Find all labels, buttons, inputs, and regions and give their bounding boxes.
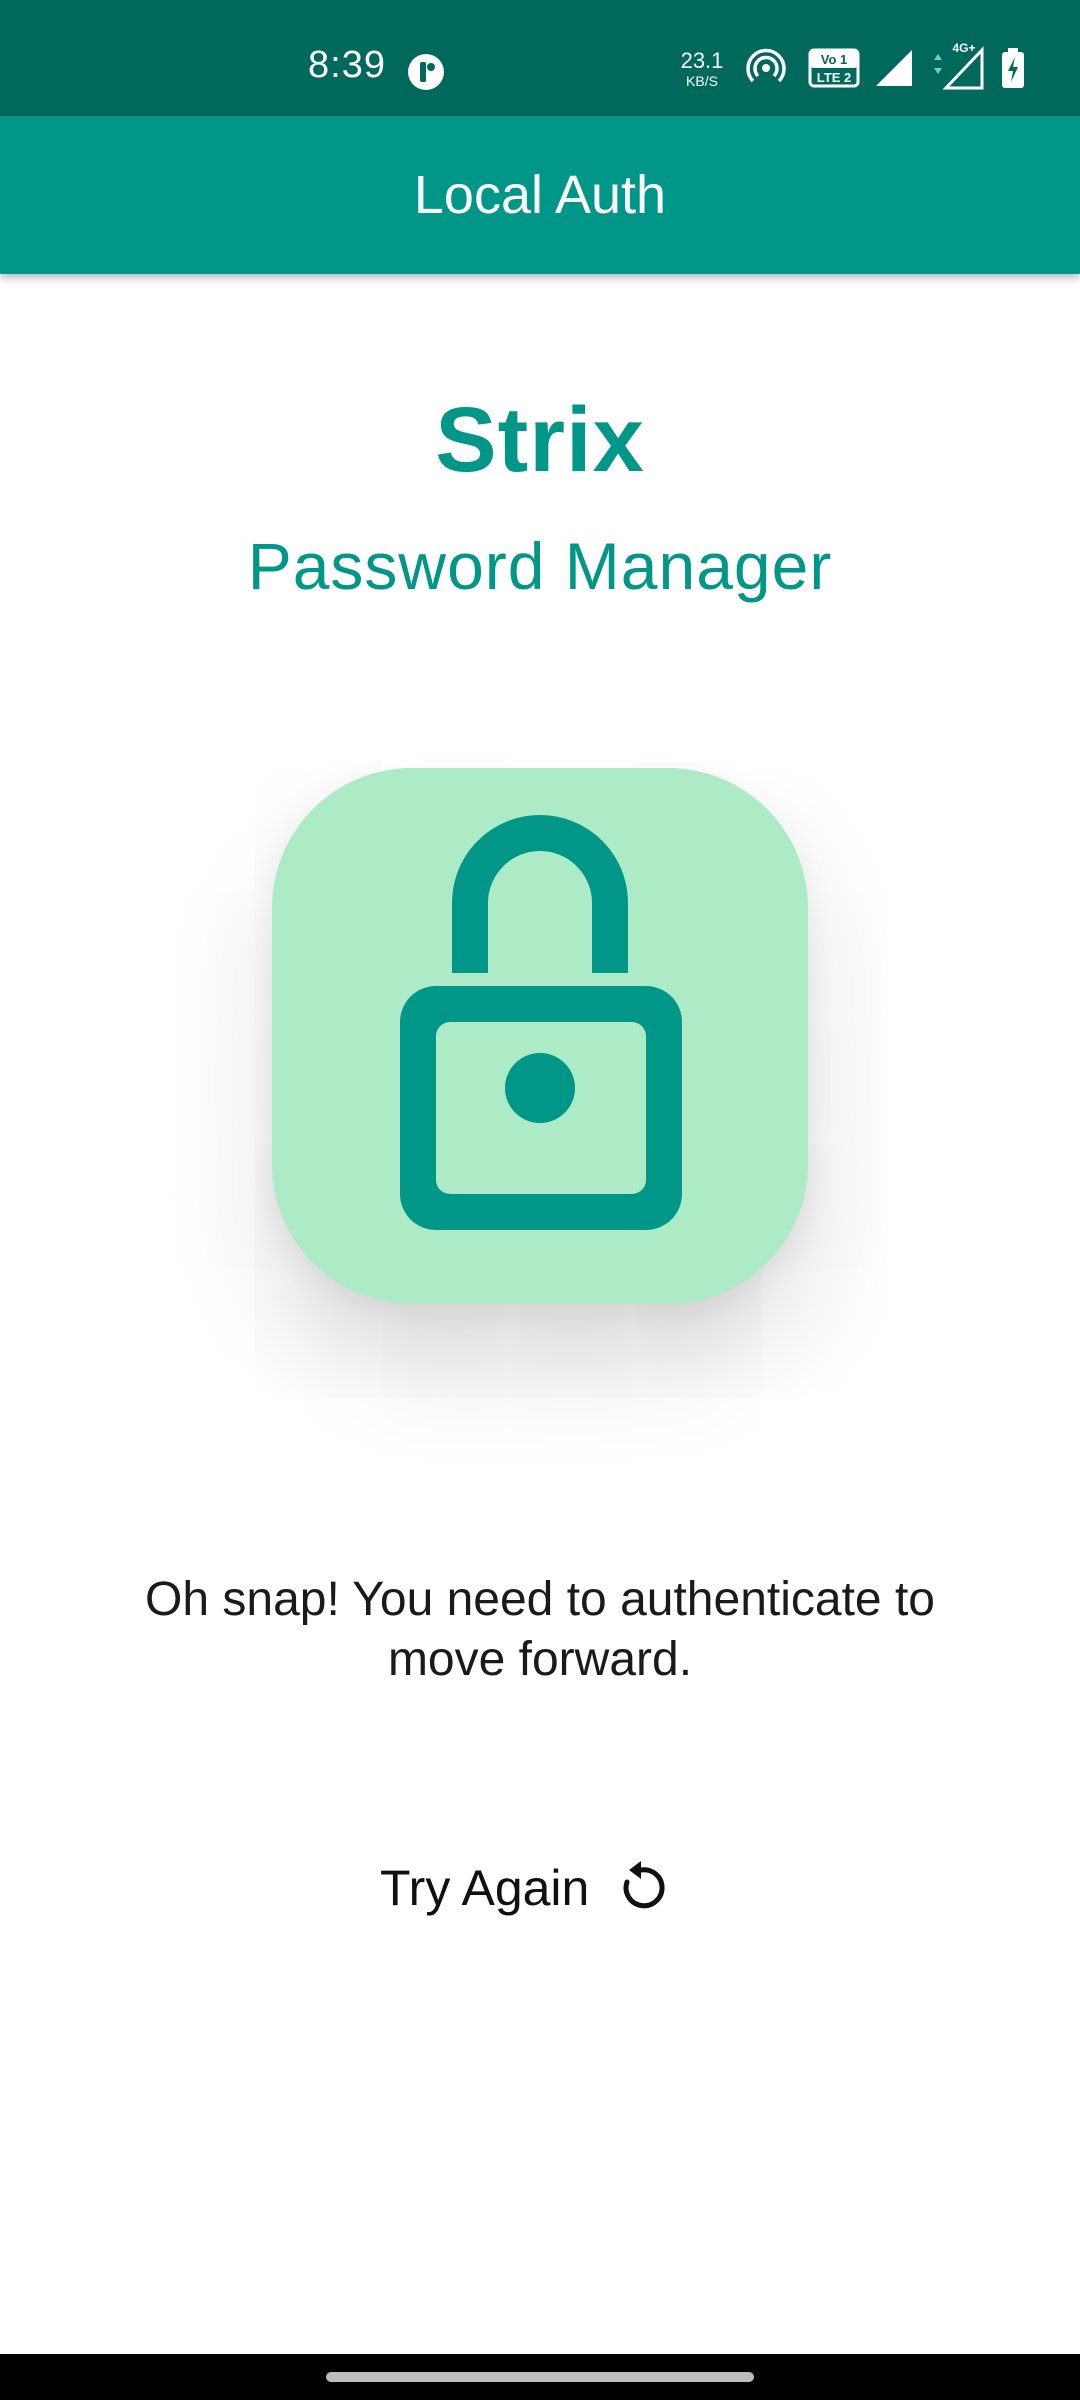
network-speed: 23.1 KB/S [680,48,724,89]
volte-icon: Vo 1 LTE 2 [808,48,860,88]
refresh-icon [623,1861,665,1909]
home-gesture-handle[interactable] [326,2372,754,2382]
app-notification-icon [408,54,444,90]
brand-subtitle: Password Manager [247,529,833,603]
brand-title: Strix [435,389,645,491]
lock-icon [400,815,682,1230]
svg-text:Vo 1: Vo 1 [821,52,848,67]
signal-4g-icon: 4G+ [934,41,984,90]
navigation-bar [0,2354,1080,2400]
svg-text:LTE 2: LTE 2 [817,70,851,85]
hotspot-icon [746,48,786,83]
signal-icon [876,50,912,86]
lock-tile [272,768,808,1304]
app-bar: Local Auth [0,116,1080,274]
auth-message: Oh snap! You need to authenticate to mov… [145,1573,935,1686]
svg-text:4G+: 4G+ [952,41,975,55]
try-again-button[interactable]: Try Again [380,1848,669,1928]
app-bar-title: Local Auth [413,165,667,225]
status-time: 8:39 [308,44,386,86]
battery-charging-icon [1002,48,1024,88]
try-again-label: Try Again [380,1860,590,1916]
status-bar: 8:39 23.1 KB/S Vo 1 LTE 2 4G+ [0,0,1080,116]
